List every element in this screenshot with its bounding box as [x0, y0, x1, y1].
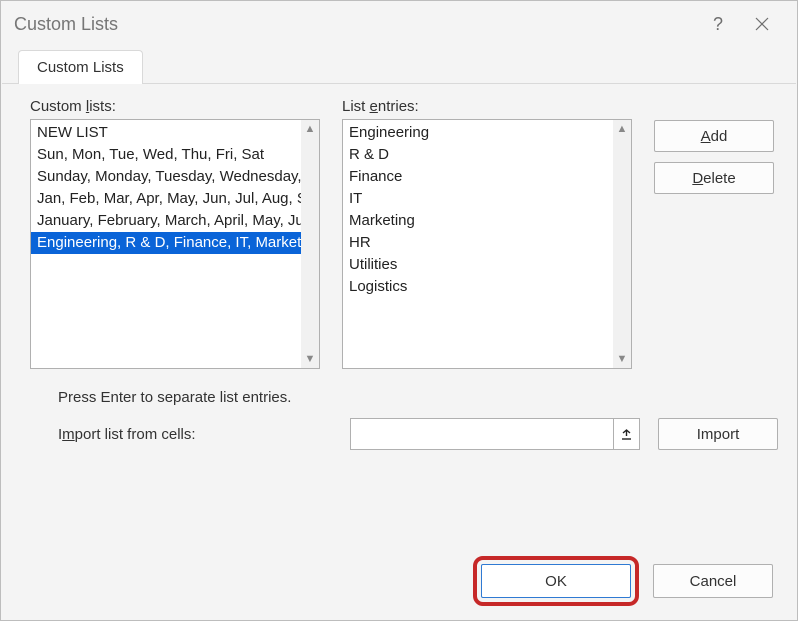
- list-item[interactable]: Logistics: [343, 276, 613, 298]
- list-item[interactable]: Marketing: [343, 210, 613, 232]
- list-item[interactable]: Engineering: [343, 122, 613, 144]
- dialog-footer: OK Cancel: [473, 556, 773, 606]
- list-item[interactable]: Finance: [343, 166, 613, 188]
- list-item[interactable]: Sunday, Monday, Tuesday, Wednesday, Thur…: [31, 166, 301, 188]
- cancel-button[interactable]: Cancel: [653, 564, 773, 598]
- list-item[interactable]: Jan, Feb, Mar, Apr, May, Jun, Jul, Aug, …: [31, 188, 301, 210]
- list-entries-listbox[interactable]: EngineeringR & DFinanceITMarketingHRUtil…: [342, 119, 632, 369]
- list-entries-label: List entries:: [342, 98, 632, 115]
- import-row: Import list from cells: Import: [58, 418, 778, 450]
- scrollbar[interactable]: ▲ ▼: [613, 120, 631, 368]
- help-button[interactable]: ?: [696, 2, 740, 46]
- range-selector-button[interactable]: [613, 419, 639, 449]
- list-item[interactable]: HR: [343, 232, 613, 254]
- delete-button[interactable]: Delete: [654, 162, 774, 194]
- list-item[interactable]: Sun, Mon, Tue, Wed, Thu, Fri, Sat: [31, 144, 301, 166]
- list-item[interactable]: Utilities: [343, 254, 613, 276]
- tab-strip: Custom Lists: [2, 46, 796, 84]
- list-item[interactable]: R & D: [343, 144, 613, 166]
- list-item[interactable]: NEW LIST: [31, 122, 301, 144]
- add-button[interactable]: Add: [654, 120, 774, 152]
- custom-lists-column: Custom lists: NEW LISTSun, Mon, Tue, Wed…: [30, 98, 320, 369]
- close-button[interactable]: [740, 2, 784, 46]
- list-entries-column: List entries: EngineeringR & DFinanceITM…: [342, 98, 632, 369]
- close-icon: [755, 17, 769, 31]
- ok-highlight-annotation: OK: [473, 556, 639, 606]
- content-area: Custom lists: NEW LISTSun, Mon, Tue, Wed…: [2, 84, 796, 383]
- import-from-cells-label: Import list from cells:: [58, 426, 196, 443]
- scroll-down-icon[interactable]: ▼: [301, 350, 319, 368]
- custom-lists-listbox[interactable]: NEW LISTSun, Mon, Tue, Wed, Thu, Fri, Sa…: [30, 119, 320, 369]
- action-buttons-column: Add Delete: [654, 98, 774, 369]
- list-item[interactable]: IT: [343, 188, 613, 210]
- import-button[interactable]: Import: [658, 418, 778, 450]
- help-text: Press Enter to separate list entries.: [58, 389, 778, 406]
- collapse-icon: [620, 428, 633, 441]
- custom-lists-label: Custom lists:: [30, 98, 320, 115]
- list-item[interactable]: January, February, March, April, May, Ju…: [31, 210, 301, 232]
- scroll-up-icon[interactable]: ▲: [613, 120, 631, 138]
- scrollbar[interactable]: ▲ ▼: [301, 120, 319, 368]
- window-title: Custom Lists: [14, 14, 696, 35]
- scroll-down-icon[interactable]: ▼: [613, 350, 631, 368]
- custom-lists-dialog: Custom Lists ? Custom Lists Custom lists…: [0, 0, 798, 621]
- tab-custom-lists[interactable]: Custom Lists: [18, 50, 143, 84]
- ok-button[interactable]: OK: [481, 564, 631, 598]
- lower-panel: Press Enter to separate list entries. Im…: [2, 383, 796, 450]
- titlebar: Custom Lists ?: [2, 2, 796, 46]
- import-cells-input[interactable]: [350, 418, 640, 450]
- scroll-up-icon[interactable]: ▲: [301, 120, 319, 138]
- list-item[interactable]: Engineering, R & D, Finance, IT, Marketi…: [31, 232, 301, 254]
- import-cells-field[interactable]: [351, 419, 613, 449]
